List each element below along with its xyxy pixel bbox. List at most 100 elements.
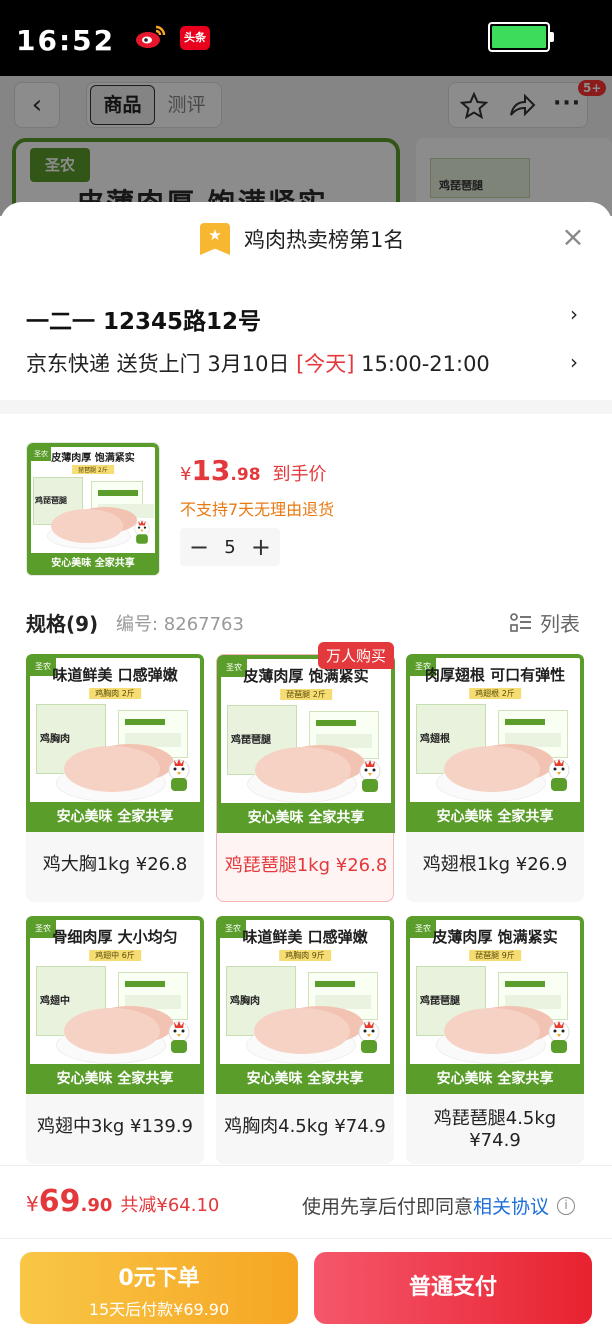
delivery-time: 15:00-21:00 [354,352,490,376]
weibo-icon [136,25,166,48]
chicken-graphic [255,747,351,793]
image-subline: 琵琶腿 2斤 [280,689,332,700]
status-bar: 16:52 头条 [0,0,612,76]
package-label: 鸡胸肉 [40,734,70,745]
mascot-icon [134,520,150,544]
spec-option[interactable]: 圣农 肉厚翅根 可口有弹性 鸡翅根 2斤 鸡翅根 安心美味 全家共享 鸡翅根1kg ¥26… [406,654,584,902]
image-footer: 安心美味 全家共享 [26,1064,204,1094]
agreement-prefix: 使用先享后付即同意 [302,1196,474,1218]
image-footer: 安心美味 全家共享 [26,802,204,832]
chevron-right-icon[interactable]: › [570,350,578,374]
spec-label: 鸡翅根1kg ¥26.9 [422,854,568,875]
image-subline: 鸡翅中 6斤 [89,950,141,961]
list-view-toggle[interactable]: 列表 [510,608,580,637]
total-decimal: .90 [80,1195,113,1216]
agreement-text: 使用先享后付即同意 相关协议 i [302,1192,576,1219]
chicken-graphic [444,746,540,792]
image-headline: 肉厚翅根 可口有弹性 [424,666,566,684]
image-subline: 鸡翅根 2斤 [469,688,521,699]
product-image: 圣农 皮薄肉厚 饱满紧实 琵琶腿 9斤 鸡琵琶腿 安心美味 全家共享 [406,916,584,1094]
spec-label: 鸡翅中3kg ¥139.9 [36,1116,193,1137]
list-icon [510,612,531,632]
image-footer: 安心美味 全家共享 [406,802,584,832]
chicken-graphic [64,746,160,792]
spec-option[interactable]: 圣农 皮薄肉厚 饱满紧实 琵琶腿 9斤 鸡琵琶腿 安心美味 全家共享 鸡琵琶腿4.5kg … [406,916,584,1164]
package-label: 鸡琵琶腿 [35,496,67,505]
spec-option[interactable]: 圣农 味道鲜美 口感弹嫩 鸡胸肉 9斤 鸡胸肉 安心美味 全家共享 鸡胸肉4.5kg ¥7… [216,916,394,1164]
chicken-graphic [51,509,123,543]
product-image: 圣农 骨细肉厚 大小均匀 鸡翅中 6斤 鸡翅中 安心美味 全家共享 [26,916,204,1094]
total-currency: ¥ [26,1192,39,1216]
price-currency: ¥ [180,464,192,485]
product-image: 圣农 味道鲜美 口感弹嫩 鸡胸肉 9斤 鸡胸肉 安心美味 全家共享 [216,916,394,1094]
chicken-graphic [254,1008,350,1054]
spec-option[interactable]: 圣农 骨细肉厚 大小均匀 鸡翅中 6斤 鸡翅中 安心美味 全家共享鸡翅中3kg ¥139… [26,916,204,1164]
price-integer: 13 [191,454,231,487]
spec-image: 圣农 骨细肉厚 大小均匀 鸡翅中 6斤 鸡翅中 安心美味 全家共享 [26,916,204,1094]
medal-icon [200,223,230,255]
total-saved: 共减¥64.10 [120,1195,220,1216]
product-code: 编号: 8267763 [116,614,244,635]
spec-option[interactable]: 万人购买 圣农 皮薄肉厚 饱满紧实 琵琶腿 2斤 鸡琵琶腿 安心美味 全家共享 鸡琵琶腿1k… [216,642,395,902]
product-image: 圣农 肉厚翅根 可口有弹性 鸡翅根 2斤 鸡翅根 安心美味 全家共享 [406,654,584,832]
price-label: 到手价 [272,464,327,485]
mascot-icon [168,1021,190,1053]
spec-image: 圣农 皮薄肉厚 饱满紧实 琵琶腿 9斤 鸡琵琶腿 安心美味 全家共享 [406,916,584,1094]
divider [0,1165,612,1166]
spec-image: 圣农 皮薄肉厚 饱满紧实 琵琶腿 2斤 鸡琵琶腿 安心美味 全家共享 [217,655,395,833]
image-footer: 安心美味 全家共享 [217,803,395,833]
chicken-graphic [444,1008,540,1054]
spec-label: 鸡胸肉4.5kg ¥74.9 [224,1116,386,1137]
product-image: 圣农 皮薄肉厚 饱满紧实 琵琶腿 2斤 鸡琵琶腿 安心美味 全家共享 [27,443,159,575]
delivery-today: [今天] [296,352,355,376]
image-headline: 皮薄肉厚 饱满紧实 [432,928,558,946]
image-headline: 皮薄肉厚 饱满紧实 [51,453,135,464]
rank-text: 鸡肉热卖榜第1名 [244,228,405,252]
package-label: 鸡琵琶腿 [420,996,460,1007]
spec-label: 鸡琵琶腿4.5kg ¥74.9 [433,1108,557,1151]
info-icon[interactable]: i [557,1196,576,1215]
section-divider [0,400,612,414]
pay-later-button[interactable]: 0元下单 15天后付款¥69.90 [20,1252,298,1324]
image-headline: 味道鲜美 口感弹嫩 [242,928,368,946]
mascot-icon [168,759,190,791]
delivery-address[interactable]: 一二一 12345路12号 [26,302,261,336]
spec-option[interactable]: 圣农 味道鲜美 口感弹嫩 鸡胸肉 2斤 鸡胸肉 安心美味 全家共享 鸡大胸1kg ¥26.… [26,654,204,902]
total-integer: 69 [38,1184,81,1219]
quantity-stepper: − 5 + [180,528,280,566]
chicken-graphic [64,1008,160,1054]
normal-pay-button[interactable]: 普通支付 [314,1252,592,1324]
mascot-icon [359,760,381,792]
status-time: 16:52 [16,24,116,57]
package-label: 鸡翅根 [420,734,450,745]
pay-later-label: 0元下单 [118,1266,200,1291]
image-footer: 安心美味 全家共享 [406,1064,584,1094]
plus-button[interactable]: + [250,533,272,561]
rank-banner: 鸡肉热卖榜第1名 [200,222,404,256]
image-subline: 琵琶腿 2斤 [72,465,114,474]
close-icon[interactable]: × [560,223,586,251]
image-footer: 安心美味 全家共享 [216,1064,394,1094]
image-subline: 琵琶腿 9斤 [469,950,521,961]
agreement-link[interactable]: 相关协议 [473,1192,549,1219]
package-label: 鸡胸肉 [230,996,260,1007]
list-view-label: 列表 [540,612,580,636]
final-price: ¥13.98 到手价 [180,454,327,487]
minus-button[interactable]: − [188,533,210,561]
toutiao-icon: 头条 [180,26,210,50]
price-decimal: .98 [230,465,261,485]
delivery-prefix: 京东快递 送货上门 3月10日 [26,352,297,376]
mascot-icon [548,759,570,791]
spec-image: 圣农 味道鲜美 口感弹嫩 鸡胸肉 2斤 鸡胸肉 安心美味 全家共享 [26,654,204,832]
image-footer: 安心美味 全家共享 [27,553,159,575]
spec-image: 圣农 味道鲜美 口感弹嫩 鸡胸肉 9斤 鸡胸肉 安心美味 全家共享 [216,916,394,1094]
delivery-info[interactable]: 京东快递 送货上门 3月10日 [今天] 15:00-21:00 [26,348,490,378]
product-thumbnail[interactable]: 圣农 皮薄肉厚 饱满紧实 琵琶腿 2斤 鸡琵琶腿 安心美味 全家共享 [26,442,160,576]
mascot-icon [548,1021,570,1053]
purchase-sheet: 鸡肉热卖榜第1名 × 一二一 12345路12号 › 京东快递 送货上门 3月1… [0,202,612,1344]
chevron-right-icon[interactable]: › [570,302,578,326]
modal-overlay[interactable] [0,76,612,216]
mascot-icon [358,1021,380,1053]
image-subline: 鸡胸肉 2斤 [89,688,141,699]
quantity-value[interactable]: 5 [224,537,235,558]
